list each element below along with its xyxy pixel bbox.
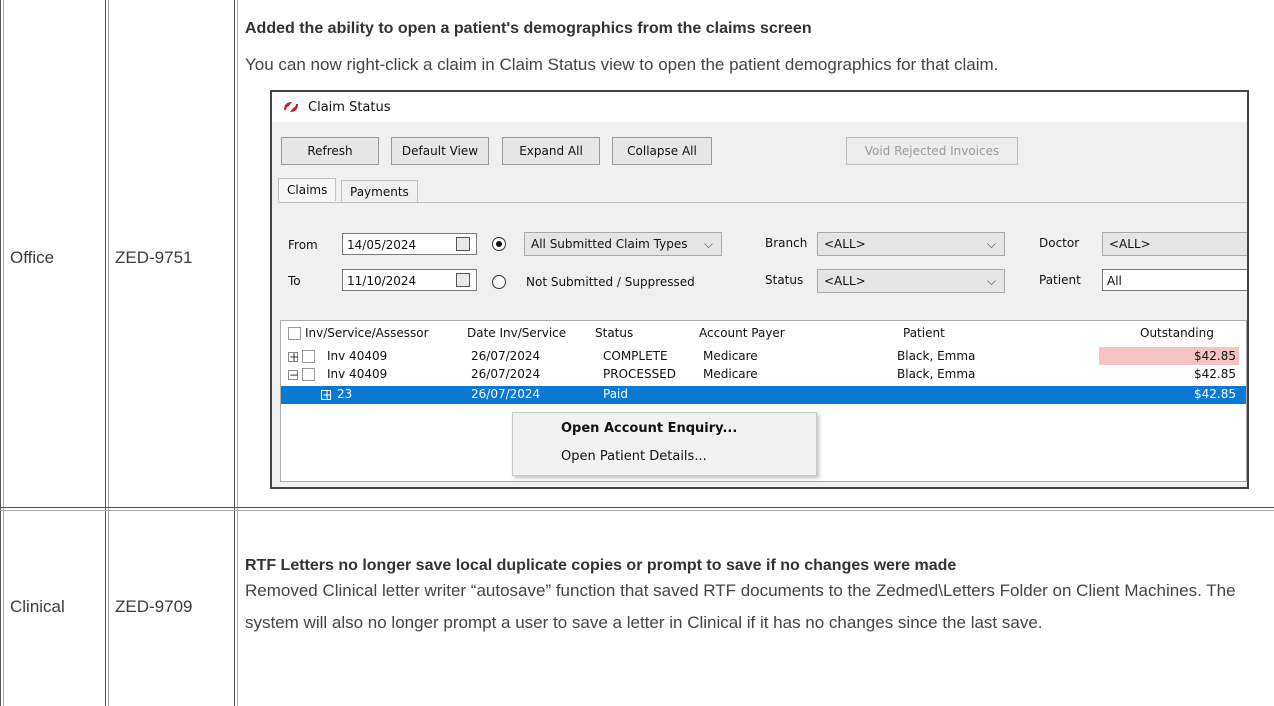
row1-heading: Added the ability to open a patient's de… bbox=[245, 20, 812, 37]
row-service: 23 bbox=[337, 387, 353, 401]
to-date-value: 11/10/2024 bbox=[347, 274, 417, 288]
zedmed-logo-icon bbox=[284, 102, 298, 112]
branch-label: Branch bbox=[765, 236, 808, 250]
branch-select[interactable]: <ALL> ⌵ bbox=[817, 232, 1005, 256]
collapse-icon[interactable]: − bbox=[288, 369, 299, 381]
select-all-checkbox[interactable] bbox=[288, 327, 301, 340]
row-inv: Inv 40409 bbox=[327, 367, 388, 381]
row2-ticket: ZED-9709 bbox=[115, 597, 193, 616]
doctor-value: <ALL> bbox=[1109, 237, 1151, 251]
tab-payments[interactable]: Payments bbox=[341, 180, 418, 203]
table-row[interactable]: + Inv 40409 26/07/2024 COMPLETE Medicare… bbox=[281, 348, 1246, 366]
not-submitted-label: Not Submitted / Suppressed bbox=[526, 275, 695, 289]
column-header-outstanding[interactable]: Outstanding bbox=[1140, 326, 1214, 340]
row-date: 26/07/2024 bbox=[471, 387, 541, 401]
row1-description: You can now right-click a claim in Claim… bbox=[245, 55, 999, 74]
context-menu: Open Account Enquiry... Open Patient Det… bbox=[512, 412, 817, 476]
submitted-claims-radio[interactable] bbox=[492, 237, 506, 251]
calendar-icon[interactable] bbox=[456, 273, 470, 287]
column-header-patient[interactable]: Patient bbox=[903, 326, 945, 340]
column-divider-1 bbox=[105, 0, 106, 706]
row-payer: Medicare bbox=[703, 349, 758, 363]
to-label: To bbox=[288, 274, 301, 288]
expand-icon[interactable]: + bbox=[288, 351, 299, 363]
row-divider bbox=[0, 507, 1274, 508]
tab-claims[interactable]: Claims bbox=[278, 178, 337, 201]
patient-field[interactable]: All bbox=[1102, 269, 1247, 291]
table-row-selected[interactable]: + 23 26/07/2024 Paid $42.85 bbox=[281, 386, 1246, 404]
window-titlebar: Claim Status bbox=[272, 92, 1247, 122]
claim-status-screenshot: Claim Status Refresh Default View Expand… bbox=[270, 90, 1249, 489]
status-select[interactable]: <ALL> ⌵ bbox=[817, 269, 1005, 293]
to-date-field[interactable]: 11/10/2024 bbox=[342, 269, 477, 291]
collapse-all-button[interactable]: Collapse All bbox=[612, 137, 712, 165]
chevron-down-icon: ⌵ bbox=[703, 237, 713, 251]
from-date-field[interactable]: 14/05/2024 bbox=[342, 233, 477, 255]
default-view-button[interactable]: Default View bbox=[391, 137, 489, 165]
patient-label: Patient bbox=[1039, 273, 1081, 287]
expand-icon[interactable]: + bbox=[321, 389, 332, 401]
tab-strip-line bbox=[278, 202, 1247, 203]
patient-value: All bbox=[1107, 274, 1122, 288]
row-outstanding: $42.85 bbox=[1194, 367, 1236, 381]
row-patient: Black, Emma bbox=[897, 349, 976, 363]
row2-description: Removed Clinical letter writer “autosave… bbox=[245, 581, 1236, 632]
chevron-down-icon: ⌵ bbox=[986, 274, 996, 288]
open-account-enquiry-menu-item[interactable]: Open Account Enquiry... bbox=[561, 421, 737, 436]
table-row[interactable]: − Inv 40409 26/07/2024 PROCESSED Medicar… bbox=[281, 366, 1246, 384]
refresh-button[interactable]: Refresh bbox=[281, 137, 379, 165]
row-checkbox[interactable] bbox=[302, 368, 315, 381]
open-patient-details-menu-item[interactable]: Open Patient Details... bbox=[561, 449, 707, 464]
row1-ticket: ZED-9751 bbox=[115, 248, 193, 267]
claim-type-select[interactable]: All Submitted Claim Types ⌵ bbox=[524, 232, 722, 256]
doctor-select[interactable]: <ALL> bbox=[1102, 232, 1247, 256]
status-value: <ALL> bbox=[824, 274, 866, 288]
table-border-left bbox=[0, 0, 1, 706]
row-payer: Medicare bbox=[703, 367, 758, 381]
row2-area: Clinical bbox=[10, 597, 65, 616]
calendar-icon[interactable] bbox=[456, 237, 470, 251]
row-outstanding: $42.85 bbox=[1194, 387, 1236, 401]
column-header-status[interactable]: Status bbox=[595, 326, 633, 340]
expand-all-button[interactable]: Expand All bbox=[502, 137, 600, 165]
row-status: COMPLETE bbox=[603, 349, 668, 363]
row1-area: Office bbox=[10, 248, 55, 267]
column-divider-2-inner bbox=[237, 0, 238, 706]
row-outstanding: $42.85 bbox=[1194, 349, 1236, 363]
chevron-down-icon: ⌵ bbox=[986, 237, 996, 251]
row-date: 26/07/2024 bbox=[471, 367, 541, 381]
column-header-date[interactable]: Date Inv/Service bbox=[467, 326, 566, 340]
row-status: PROCESSED bbox=[603, 367, 677, 381]
from-date-value: 14/05/2024 bbox=[347, 238, 417, 252]
column-header-payer[interactable]: Account Payer bbox=[699, 326, 785, 340]
window-title: Claim Status bbox=[308, 100, 391, 115]
row-divider-inner bbox=[0, 510, 1274, 511]
status-label: Status bbox=[765, 273, 804, 287]
table-border-left-inner bbox=[3, 0, 4, 706]
doctor-label: Doctor bbox=[1039, 236, 1080, 250]
from-label: From bbox=[288, 238, 318, 252]
row-patient: Black, Emma bbox=[897, 367, 976, 381]
row-status: Paid bbox=[603, 387, 629, 401]
column-header-inv[interactable]: Inv/Service/Assessor bbox=[305, 326, 429, 340]
row-checkbox[interactable] bbox=[302, 350, 315, 363]
not-submitted-radio[interactable] bbox=[492, 275, 506, 289]
branch-value: <ALL> bbox=[824, 237, 866, 251]
row-inv: Inv 40409 bbox=[327, 349, 388, 363]
void-rejected-invoices-button[interactable]: Void Rejected Invoices bbox=[846, 137, 1018, 165]
row-date: 26/07/2024 bbox=[471, 349, 541, 363]
row2-heading: RTF Letters no longer save local duplica… bbox=[245, 557, 957, 574]
column-divider-2 bbox=[234, 0, 235, 706]
claim-type-value: All Submitted Claim Types bbox=[531, 237, 688, 251]
column-divider-1-inner bbox=[108, 0, 109, 706]
